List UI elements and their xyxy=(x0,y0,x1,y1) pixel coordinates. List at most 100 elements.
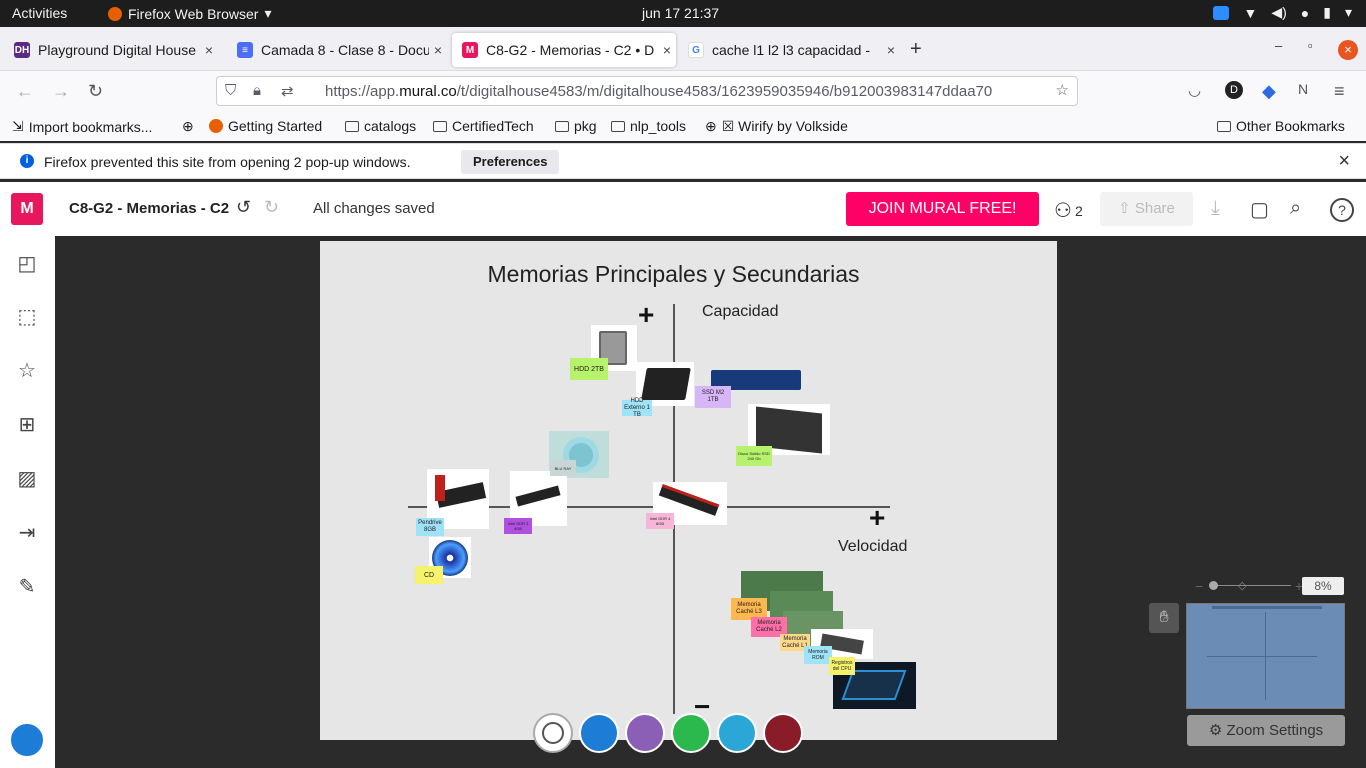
zoom-out-icon[interactable]: − xyxy=(1195,578,1203,594)
undo-icon[interactable]: ↺ xyxy=(236,197,251,218)
collaborators-button[interactable]: ⚇ 2 xyxy=(1054,198,1083,223)
digital-house-icon: DH xyxy=(14,42,30,58)
url-bar[interactable]: ⛉ 🔒︎ ⇄ https://app.mural.co/t/digitalhou… xyxy=(216,76,1078,106)
sticky-rom[interactable]: Memoria ROM xyxy=(804,646,832,664)
collaborators-count: 2 xyxy=(1074,202,1083,219)
help-icon[interactable]: ? xyxy=(1330,198,1354,222)
x-axis-label[interactable]: Velocidad xyxy=(838,538,907,556)
close-tab-icon[interactable]: × xyxy=(429,42,447,58)
draw-pencil-icon[interactable]: ✎ xyxy=(15,575,39,599)
zoom-thumb[interactable] xyxy=(1209,581,1218,590)
close-notification-icon[interactable]: × xyxy=(1338,150,1350,173)
close-tab-icon[interactable]: × xyxy=(658,42,676,58)
tab-mural-active[interactable]: M C8-G2 - Memorias - C2 • D × xyxy=(452,33,676,67)
tab-strip: DH Playground Digital House × ≡ Camada 8… xyxy=(0,27,1366,71)
sticky-registers[interactable]: Registros del CPU xyxy=(829,657,855,675)
tab-docs[interactable]: ≡ Camada 8 - Clase 8 - Docu × xyxy=(227,33,447,67)
close-tab-icon[interactable]: × xyxy=(882,42,900,58)
sticky-pendrive[interactable]: Pendrive 8GB xyxy=(416,518,444,536)
sticky-hdd-2tb[interactable]: HDD 2TB xyxy=(570,358,608,380)
text-shapes-icon[interactable]: ⬚ xyxy=(15,305,39,329)
close-window-button[interactable]: × xyxy=(1338,40,1358,60)
clock[interactable]: jun 17 21:37 xyxy=(642,5,719,21)
tab-title: Camada 8 - Clase 8 - Docu xyxy=(261,42,429,58)
pan-hand-icon[interactable]: ✋︎ xyxy=(1149,603,1179,633)
tab-playground[interactable]: DH Playground Digital House × xyxy=(4,33,218,67)
redo-icon[interactable]: ↻ xyxy=(264,197,279,218)
sticky-ddr3[interactable]: Intel DDR 3 4GB xyxy=(504,518,532,534)
permissions-icon[interactable]: ⇄ xyxy=(281,82,294,100)
bookmark-certifiedtech[interactable]: CertifiedTech xyxy=(433,118,534,134)
notion-icon[interactable]: N xyxy=(1298,81,1308,97)
reaction-smile-button[interactable] xyxy=(533,713,573,753)
lock-icon[interactable]: 🔒︎ xyxy=(253,82,261,99)
sticky-note-icon[interactable]: ◰ xyxy=(15,252,39,276)
zoom-settings-button[interactable]: ⚙ Zoom Settings xyxy=(1187,715,1345,746)
extension-d-icon[interactable]: D xyxy=(1225,81,1243,99)
microphone-icon: ● xyxy=(1300,4,1310,21)
frameworks-icon[interactable]: ⊞ xyxy=(15,413,39,437)
extension-diamond-icon[interactable]: ◆ xyxy=(1262,81,1276,102)
activities-button[interactable]: Activities xyxy=(12,5,67,21)
zoom-level[interactable]: 8% xyxy=(1302,577,1344,595)
share-button[interactable]: ⇧ Share xyxy=(1100,192,1193,226)
bookmark-catalogs[interactable]: catalogs xyxy=(345,118,416,134)
bookmark-star-icon[interactable]: ☆ xyxy=(1056,81,1069,99)
bookmark-globe[interactable]: ⊕ xyxy=(182,118,194,135)
mural-canvas[interactable]: Memorias Principales y Secundarias Capac… xyxy=(55,236,1366,768)
bookmark-nlp-tools[interactable]: nlp_tools xyxy=(611,118,686,134)
board-area[interactable]: Memorias Principales y Secundarias Capac… xyxy=(320,241,1057,740)
search-board-icon[interactable]: ⌕ xyxy=(1290,197,1301,220)
firefox-icon xyxy=(108,6,122,21)
folder-icon xyxy=(1217,120,1231,132)
tab-google[interactable]: G cache l1 l2 l3 capacidad - × xyxy=(678,33,900,67)
comments-icon[interactable]: ▢ xyxy=(1250,197,1269,222)
maximize-window-button[interactable]: ▫ xyxy=(1308,38,1313,53)
plus-speed-mark[interactable]: + xyxy=(869,502,885,534)
info-icon: i xyxy=(20,154,34,168)
bookmarks-toolbar: ⇲ Import bookmarks... ⊕ Getting Started c… xyxy=(0,111,1366,141)
bookmark-import[interactable]: ⇲ Import bookmarks... xyxy=(12,118,152,135)
participant-avatar-cat[interactable] xyxy=(579,713,619,753)
sticky-ssd-m2[interactable]: SSD M2 1TB xyxy=(695,386,731,408)
participant-avatar-bear[interactable] xyxy=(717,713,757,753)
bookmark-pkg[interactable]: pkg xyxy=(555,118,597,134)
participant-avatar-bird[interactable] xyxy=(671,713,711,753)
back-button[interactable]: ← xyxy=(16,81,34,102)
bookmark-other[interactable]: Other Bookmarks xyxy=(1217,118,1345,134)
zoom-app-icon[interactable] xyxy=(1213,5,1230,20)
user-avatar[interactable] xyxy=(9,722,45,758)
minimize-window-button[interactable]: – xyxy=(1275,38,1282,53)
forward-button[interactable]: → xyxy=(52,81,70,102)
battery-icon: ▮ xyxy=(1323,4,1331,20)
shield-icon[interactable]: ⛉ xyxy=(225,82,236,99)
images-icon[interactable]: ▨ xyxy=(15,467,39,491)
app-menu-icon[interactable]: ≡ xyxy=(1334,81,1345,102)
reload-button[interactable]: ↻ xyxy=(88,81,103,102)
join-mural-button[interactable]: JOIN MURAL FREE! xyxy=(846,192,1039,226)
download-icon[interactable]: ⤓ xyxy=(1211,197,1220,220)
y-axis-label[interactable]: Capacidad xyxy=(702,303,779,321)
sticky-ssd-240[interactable]: Disco Solido SSD 240 Gb xyxy=(736,446,772,466)
mural-title[interactable]: C8-G2 - Memorias - C2 xyxy=(69,200,229,217)
icons-star-icon[interactable]: ☆ xyxy=(15,359,39,383)
mural-logo[interactable]: M xyxy=(11,193,43,225)
sticky-hdd-externo[interactable]: HDD Externo 1 TB xyxy=(622,398,652,418)
participant-avatar-monkey[interactable] xyxy=(763,713,803,753)
sticky-cd[interactable]: CD xyxy=(415,566,443,584)
participant-avatar-rabbit[interactable] xyxy=(625,713,665,753)
bookmark-wirify[interactable]: ⊕ ☒ Wirify by Volkside xyxy=(705,118,848,135)
app-menu[interactable]: Firefox Web Browser ▾ xyxy=(108,5,271,22)
sticky-blu-ray[interactable]: BLU RAY xyxy=(550,460,576,476)
import-icon[interactable]: ⇥ xyxy=(15,521,39,545)
board-title[interactable]: Memorias Principales y Secundarias xyxy=(320,261,1027,288)
pocket-icon[interactable]: ◡ xyxy=(1188,81,1201,99)
bookmark-getting-started[interactable]: Getting Started xyxy=(209,118,322,134)
new-tab-button[interactable]: + xyxy=(910,38,922,61)
sticky-ddr4[interactable]: Intel DDR 4 8GB xyxy=(646,513,674,529)
close-tab-icon[interactable]: × xyxy=(200,42,218,58)
minimap[interactable] xyxy=(1186,603,1345,709)
system-tray[interactable]: ▼ ◀) ● ▮ ▾ xyxy=(1213,4,1352,21)
preferences-button[interactable]: Preferences xyxy=(461,150,560,174)
plus-capacity-mark[interactable]: + xyxy=(638,299,654,331)
